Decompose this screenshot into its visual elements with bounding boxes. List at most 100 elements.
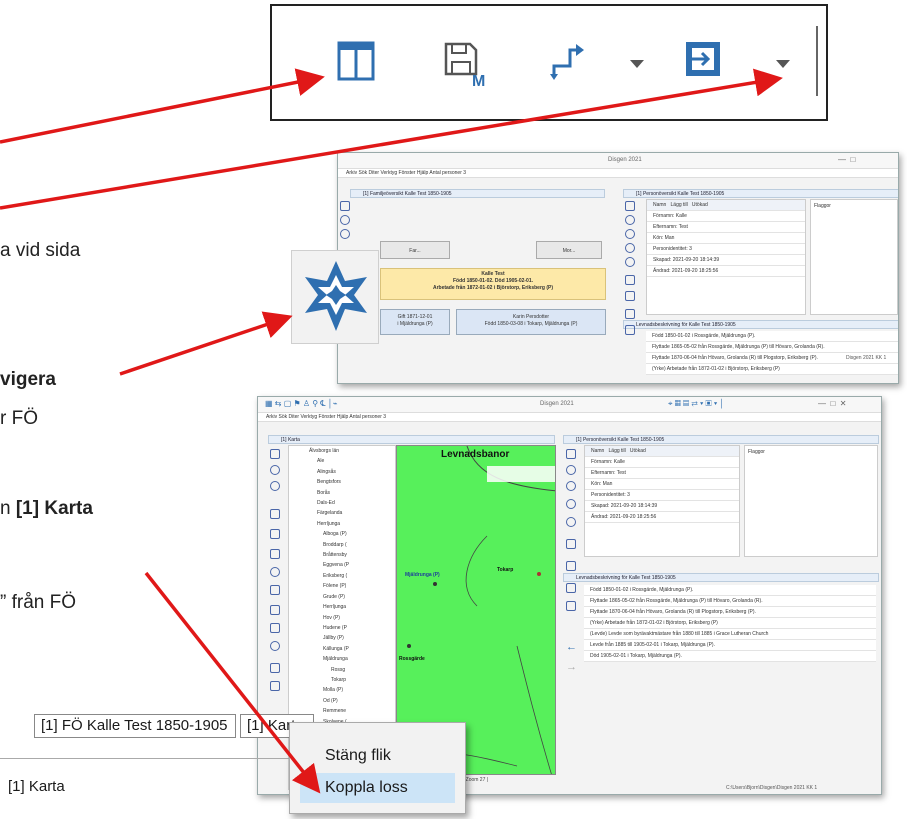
add-button[interactable]: Lägg till — [609, 448, 626, 454]
list-item[interactable]: Född 1850-01-02 i Rossgärde, Mjäldrunga … — [646, 331, 898, 342]
tree-item[interactable]: Grude (P) — [309, 592, 395, 602]
expand-button[interactable]: Utökad — [630, 448, 646, 454]
tree-item[interactable]: Broddarp ( — [309, 540, 395, 550]
dropdown-icon[interactable] — [628, 58, 646, 70]
menu-item-close-tab[interactable]: Stäng flik — [300, 741, 455, 771]
list-item[interactable]: Flyttade 1865-05-02 från Rossgärde, Mjäl… — [584, 596, 876, 607]
dock-swap-icon[interactable] — [684, 40, 722, 80]
list-item[interactable]: (Levde) Levde som byrävaktmästare från 1… — [584, 629, 876, 640]
tree-item[interactable]: Herrljunga — [309, 602, 395, 612]
tree-item[interactable]: Borås — [309, 488, 395, 498]
settings-icon[interactable] — [270, 663, 280, 673]
table-icon[interactable] — [336, 40, 376, 82]
gear-icon[interactable] — [270, 509, 280, 519]
window-controls[interactable]: — □ ✕ — [818, 399, 846, 408]
star-icon[interactable] — [292, 251, 380, 345]
table-row[interactable]: Kön: Man — [585, 479, 739, 490]
print-icon[interactable] — [340, 201, 350, 211]
tree-item[interactable]: Bråttensby — [309, 550, 395, 560]
person-icon[interactable] — [340, 215, 350, 225]
gear-icon[interactable] — [625, 275, 635, 285]
cursor-icon[interactable] — [270, 549, 280, 559]
list-item[interactable]: Flyttade 1870-06-04 från Hövaro, Groland… — [584, 607, 876, 618]
table-row[interactable]: Efternamn: Test — [585, 468, 739, 479]
table-row[interactable]: Skapad: 2021-09-20 18:14:39 — [585, 501, 739, 512]
print-icon[interactable] — [566, 449, 576, 459]
expand-button[interactable]: Utökad — [692, 202, 708, 208]
tree-item[interactable]: Rossg — [309, 665, 395, 675]
table-row[interactable]: Kön: Man — [647, 233, 805, 244]
globe-icon[interactable] — [625, 243, 635, 253]
tree-item[interactable]: Herrljunga — [309, 519, 395, 529]
tree-item[interactable]: Älvsborgs län — [309, 446, 395, 456]
tree-item[interactable]: Färgelanda — [309, 508, 395, 518]
zoom-icon[interactable] — [270, 567, 280, 577]
pin-icon[interactable] — [270, 605, 280, 615]
move-icon[interactable] — [625, 309, 635, 319]
tree-item[interactable]: Molla (P) — [309, 685, 395, 695]
globe-icon[interactable] — [566, 499, 576, 509]
tab-fo[interactable]: [1] FÖ Kalle Test 1850-1905 — [34, 714, 236, 738]
tree-item[interactable]: Bengtsfors — [309, 477, 395, 487]
arrow-right-icon[interactable]: → — [566, 661, 577, 673]
search-icon[interactable] — [625, 229, 635, 239]
table-row[interactable]: Efternamn: Test — [647, 222, 805, 233]
person-box[interactable]: Kalle Test Född 1850-01-02. Död 1905-02-… — [380, 268, 606, 300]
list-icon[interactable] — [625, 291, 635, 301]
toolbar-right-icons[interactable]: ⌖ ▦ ▤ ⇄ ▾ ▣ ▾ │ — [668, 399, 724, 409]
path-icon[interactable] — [270, 681, 280, 691]
save-m-icon[interactable]: M — [442, 40, 488, 88]
menu-bar[interactable]: Arkiv Sök Diter Verktyg Fönster Hjälp An… — [258, 413, 881, 422]
map-icon[interactable] — [566, 601, 576, 611]
map-label[interactable]: Tokarp — [497, 567, 513, 573]
tree-item[interactable]: Fölene (P) — [309, 581, 395, 591]
tree-item[interactable]: Alingsås — [309, 467, 395, 477]
map-icon[interactable] — [625, 325, 635, 335]
search-icon[interactable] — [270, 481, 280, 491]
table-row[interactable]: Skapad: 2021-09-20 18:14:39 — [647, 255, 805, 266]
list-item[interactable]: Född 1850-01-02 i Rossgärde, Mjäldrunga … — [584, 585, 876, 596]
tree-item[interactable]: Källunga (P — [309, 644, 395, 654]
compass-icon[interactable] — [270, 641, 280, 651]
table-row[interactable]: Förnamn: Kalle — [585, 457, 739, 468]
tree-item[interactable]: Dals-Ed — [309, 498, 395, 508]
list-item[interactable]: Död 1905-02-01 i Tokarp, Mjäldrunga (P). — [584, 651, 876, 662]
move-icon[interactable] — [566, 583, 576, 593]
search-icon[interactable] — [566, 481, 576, 491]
tree-item[interactable]: Eriksberg ( — [309, 571, 395, 581]
table-row[interactable]: Ändrad: 2021-09-20 18:25:56 — [585, 512, 739, 523]
list-item[interactable]: Flyttade 1865-05-02 från Rossgärde, Mjäl… — [646, 342, 898, 353]
tree-item[interactable]: Tokarp — [309, 675, 395, 685]
tree-item[interactable]: Jällby (P) — [309, 633, 395, 643]
arrow-left-icon[interactable]: ← — [566, 641, 577, 653]
list-item[interactable]: (Yrke) Arbetade från 1872-01-02 i Björst… — [584, 618, 876, 629]
list-item[interactable]: (Yrke) Arbetade från 1872-01-02 i Björst… — [646, 364, 898, 375]
globe-icon[interactable] — [566, 517, 576, 527]
table-row[interactable]: Personidentitet: 3 — [585, 490, 739, 501]
layers-icon[interactable] — [270, 585, 280, 595]
map-label[interactable]: Rossgärde — [399, 656, 425, 662]
table-row[interactable]: Personidentitet: 3 — [647, 244, 805, 255]
list-item[interactable]: Levde från 1885 till 1905-02-01 i Tokarp… — [584, 640, 876, 651]
add-button[interactable]: Lägg till — [671, 202, 688, 208]
mother-button[interactable]: Mor... — [536, 241, 602, 259]
print-icon[interactable] — [625, 201, 635, 211]
toolbar-icons[interactable]: ▦ ⇆ ▢ ⚑ ♙ ⚲ ℄ │⌁ — [265, 399, 338, 408]
person-icon[interactable] — [625, 215, 635, 225]
tree-item[interactable]: Hudene (P — [309, 623, 395, 633]
tree-item[interactable]: Eggvena (P — [309, 560, 395, 570]
tree-item[interactable]: Hov (P) — [309, 613, 395, 623]
tree-item[interactable]: Mjäldrunga — [309, 654, 395, 664]
globe-icon[interactable] — [625, 257, 635, 267]
search-icon[interactable] — [340, 229, 350, 239]
menu-item-detach[interactable]: Koppla loss — [300, 773, 455, 803]
map-label[interactable]: Mjäldrunga (P) — [405, 572, 440, 578]
route-icon[interactable] — [270, 623, 280, 633]
tree-item[interactable]: Ale — [309, 456, 395, 466]
dropdown-icon[interactable] — [774, 58, 792, 70]
list-icon[interactable] — [270, 529, 280, 539]
gear-icon[interactable] — [566, 539, 576, 549]
spouse-box[interactable]: Karin Persdotter Född 1850-03-08 i Tokar… — [456, 309, 606, 335]
tree-item[interactable]: Od (P) — [309, 696, 395, 706]
window-controls[interactable]: — □ — [838, 155, 855, 164]
